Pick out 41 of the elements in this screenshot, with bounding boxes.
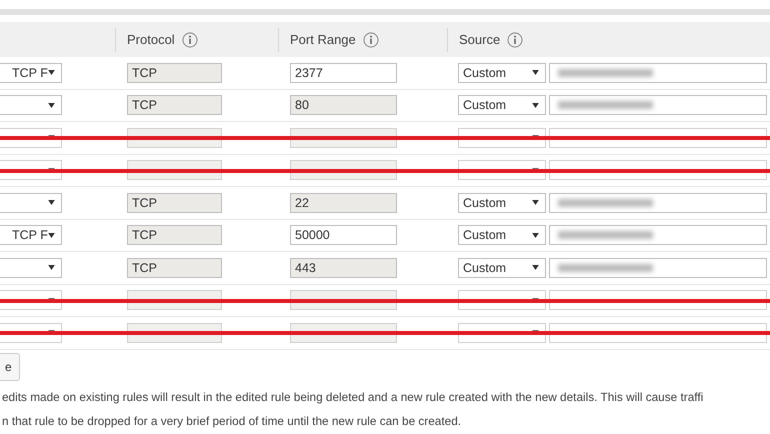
type-dropdown[interactable]: TCP F (0, 62, 62, 83)
source-field[interactable] (549, 225, 767, 246)
source-field[interactable] (549, 62, 767, 83)
port-range-field[interactable]: 443 (290, 258, 397, 278)
caret-icon (532, 232, 539, 238)
caret-icon (532, 102, 539, 108)
notice-text: edits made on existing rules will result in the edited rule being deleted and a new rule created with the new details. This will cause traffi (2, 388, 704, 406)
caret-icon (48, 265, 55, 270)
info-icon[interactable] (182, 32, 198, 48)
source-dropdown[interactable]: Custom (458, 225, 546, 246)
source-dropdown[interactable]: Custom (458, 62, 546, 83)
protocol-field: TCP (127, 95, 222, 116)
port-range-field[interactable]: 80 (290, 95, 397, 116)
source-field[interactable] (549, 95, 767, 116)
caret-icon (48, 200, 55, 206)
info-icon[interactable] (362, 32, 379, 48)
port-range-field[interactable]: 22 (290, 192, 397, 213)
column-header: Protocol (127, 32, 175, 47)
column-header: Source (459, 32, 500, 47)
caret-icon (532, 200, 539, 206)
caret-icon (532, 265, 539, 270)
add-rule-button[interactable]: e (0, 353, 20, 381)
source-dropdown[interactable]: Custom (458, 95, 546, 116)
caret-icon (48, 102, 55, 108)
notice-text: n that rule to be dropped for a very brief period of time until the new rule can be created. (2, 412, 462, 430)
caret-icon (532, 70, 539, 76)
source-dropdown[interactable]: Custom (458, 258, 546, 278)
port-range-field[interactable]: 2377 (290, 62, 397, 83)
source-field[interactable] (549, 258, 767, 278)
source-dropdown[interactable]: Custom (458, 192, 546, 213)
source-field[interactable] (549, 192, 767, 213)
info-icon[interactable] (507, 32, 524, 48)
protocol-field: TCP (127, 258, 222, 278)
protocol-field: TCP (127, 225, 222, 246)
caret-icon (48, 232, 55, 238)
port-range-field[interactable]: 50000 (290, 225, 397, 246)
type-dropdown[interactable]: TCP F (0, 225, 62, 246)
protocol-field: TCP (127, 192, 222, 213)
caret-icon (48, 70, 55, 76)
column-header: Port Range (290, 32, 356, 47)
protocol-field: TCP (127, 62, 222, 83)
